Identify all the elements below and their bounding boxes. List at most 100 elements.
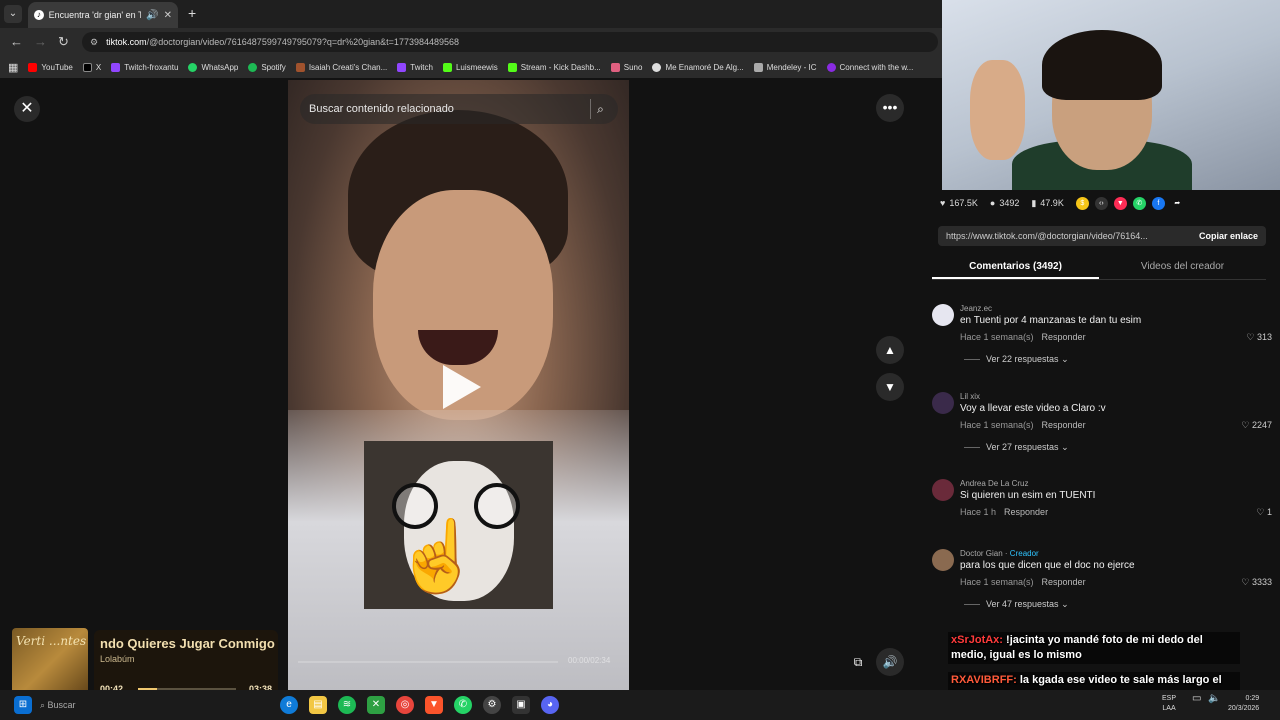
chevron-down-icon[interactable]: ▼ [876, 373, 904, 401]
close-tab-icon[interactable]: ✕ [164, 10, 172, 21]
tab-comments[interactable]: Comentarios (3492) [932, 261, 1099, 272]
url-field[interactable]: ⚙ tiktok.com/@doctorgian/video/761648759… [82, 32, 938, 52]
edge-icon[interactable]: e [280, 696, 298, 714]
twitch-icon [111, 62, 121, 72]
link-icon [652, 62, 662, 72]
file-explorer-icon[interactable]: ▤ [309, 696, 327, 714]
bookmark-whatsapp[interactable]: WhatsApp [188, 62, 238, 72]
bookmark-mendeley[interactable]: Mendeley - IC [753, 62, 817, 72]
bookmark-luismeewis[interactable]: Luismeewis [442, 62, 498, 72]
coin-share-icon[interactable]: $ [1075, 196, 1089, 210]
apps-grid-icon[interactable]: ▦ [8, 61, 18, 74]
brave-icon[interactable]: ▼ [425, 696, 443, 714]
view-replies-button[interactable]: Ver 22 respuestas ⌄ [964, 354, 1069, 365]
heart-outline-icon: ♡ [1241, 577, 1252, 587]
windows-start-icon[interactable]: ⊞ [14, 696, 32, 714]
avatar[interactable] [932, 479, 954, 501]
bookmark-youtube[interactable]: YouTube [28, 62, 73, 72]
search-placeholder: Buscar contenido relacionado [309, 103, 454, 115]
facebook-share-icon[interactable]: f [1151, 196, 1165, 210]
spotify-taskbar-icon[interactable]: ≋ [338, 696, 356, 714]
taskbar-search[interactable]: ⌕ Buscar [40, 696, 100, 714]
view-replies-button[interactable]: Ver 27 respuestas ⌄ [964, 442, 1069, 453]
app-icon[interactable]: ▣ [512, 696, 530, 714]
network-icon[interactable]: ▭ [1192, 694, 1201, 704]
comment-text: Voy a llevar este video a Claro :v [960, 403, 1106, 414]
video-link-text: https://www.tiktok.com/@doctorgian/video… [946, 231, 1148, 241]
xbox-icon[interactable]: ✕ [367, 696, 385, 714]
comment-time: Hace 1 semana(s) [960, 577, 1034, 587]
volume-icon[interactable]: 🔊 [876, 648, 904, 676]
bookmark-kick-dashboard[interactable]: Stream - Kick Dashb... [507, 62, 601, 72]
heart-outline-icon: ♡ [1246, 332, 1257, 342]
more-options-icon[interactable]: ••• [876, 94, 904, 122]
comment-time: Hace 1 semana(s) [960, 420, 1034, 430]
panel-tabs: Comentarios (3492) Videos del creador [932, 256, 1266, 280]
picture-in-picture-icon[interactable]: ⧉ [846, 650, 870, 674]
tab-creator-videos[interactable]: Videos del creador [1099, 261, 1266, 272]
language-indicator[interactable]: ESP LAA [1162, 694, 1176, 714]
bookmark-twitch-froxantu[interactable]: Twitch-froxantu [111, 62, 178, 72]
video-player[interactable]: ☝ [288, 80, 629, 690]
close-icon[interactable]: ✕ [14, 96, 40, 122]
send-icon[interactable]: ▼ [1113, 196, 1127, 210]
comment-username[interactable]: Lil xix [960, 392, 980, 401]
comment-time: Hace 1 semana(s) [960, 332, 1034, 342]
tab-search-button[interactable]: ⌄ [4, 5, 22, 23]
comment-button[interactable]: ● 3492 [990, 198, 1019, 208]
comment-like-button[interactable]: ♡ 313 [1246, 332, 1272, 343]
whatsapp-share-icon[interactable]: ✆ [1132, 196, 1146, 210]
play-icon[interactable] [443, 365, 481, 409]
comment-like-button[interactable]: ♡ 2247 [1241, 420, 1272, 431]
comment-username[interactable]: Andrea De La Cruz [960, 479, 1028, 488]
avatar[interactable] [932, 304, 954, 326]
bookmark-isaiah[interactable]: Isaiah Creati's Chan... [295, 62, 387, 72]
bookmark-suno[interactable]: Suno [610, 62, 642, 72]
avatar[interactable] [932, 549, 954, 571]
back-icon[interactable]: ← [10, 34, 23, 49]
chevron-up-icon[interactable]: ▲ [876, 336, 904, 364]
comment-like-button[interactable]: ♡ 3333 [1241, 577, 1272, 588]
chat-username: RXAVIBRFF: [951, 674, 1017, 686]
search-icon[interactable]: ⌕ [590, 99, 610, 119]
comment-username[interactable]: Doctor Gian · Creador [960, 549, 1039, 558]
twitch-icon [397, 62, 407, 72]
reply-button[interactable]: Responder [1042, 332, 1086, 342]
comment-like-button[interactable]: ♡ 1 [1256, 507, 1272, 518]
forward-icon[interactable]: → [34, 34, 47, 49]
discord-icon[interactable]: ◕ [541, 696, 559, 714]
bookmark-connect[interactable]: Connect with the w... [826, 62, 913, 72]
clock[interactable]: 0:29 20/3/2026 [1228, 694, 1259, 714]
connect-icon [826, 62, 836, 72]
related-search-input[interactable]: Buscar contenido relacionado ⌕ [300, 94, 618, 124]
reply-button[interactable]: Responder [1042, 577, 1086, 587]
browser-tab-active[interactable]: ♪ Encuentra 'dr gian' en TikTo 🔊 ✕ [28, 2, 178, 28]
bookmark-x[interactable]: X [82, 62, 101, 72]
avatar[interactable] [932, 392, 954, 414]
share-icon[interactable]: ➦ [1171, 197, 1184, 210]
chevron-down-icon: ⌄ [1061, 442, 1069, 452]
copy-link-button[interactable]: Copiar enlace [1199, 231, 1258, 241]
bookmark-me-enamore[interactable]: Me Enamoré De Alg... [652, 62, 744, 72]
site-info-icon[interactable]: ⚙ [90, 37, 98, 48]
reload-icon[interactable]: ↻ [58, 34, 69, 50]
new-tab-button[interactable]: + [188, 5, 196, 21]
comment-username[interactable]: Jeanz.ec [960, 304, 992, 313]
save-button[interactable]: ▮ 47.9K [1031, 198, 1063, 209]
reply-button[interactable]: Responder [1042, 420, 1086, 430]
video-progress-bar[interactable] [298, 661, 558, 663]
whatsapp-taskbar-icon[interactable]: ✆ [454, 696, 472, 714]
reply-button[interactable]: Responder [1004, 507, 1048, 517]
chat-username: xSrJotAx: [951, 634, 1003, 646]
volume-tray-icon[interactable]: 🔈 [1208, 694, 1220, 704]
settings-icon[interactable]: ⚙ [483, 696, 501, 714]
speaker-icon[interactable]: 🔊 [146, 10, 158, 21]
bookmark-twitch[interactable]: Twitch [397, 62, 433, 72]
embed-icon[interactable]: ‹› [1094, 196, 1108, 210]
view-replies-button[interactable]: Ver 47 respuestas ⌄ [964, 599, 1069, 610]
tab-title: Encuentra 'dr gian' en TikTo [48, 10, 142, 20]
bookmark-spotify[interactable]: Spotify [248, 62, 286, 72]
like-button[interactable]: ♥ 167.5K [940, 198, 978, 208]
album-name: Lolabúm [100, 654, 135, 664]
chrome-icon[interactable]: ◎ [396, 696, 414, 714]
